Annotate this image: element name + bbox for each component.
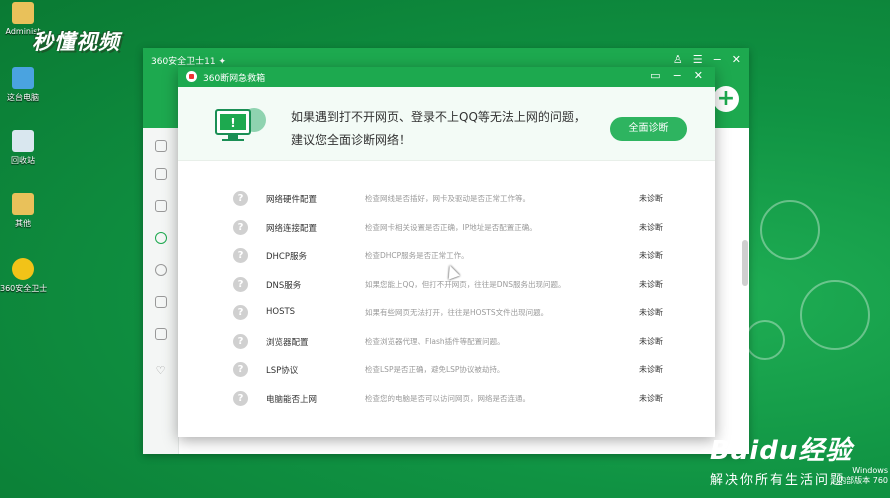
skin-icon[interactable]: ♙ [673,53,683,66]
sidebar-item-shield[interactable] [143,190,178,222]
dialog-close-button[interactable]: ✕ [694,69,703,82]
close-button[interactable]: ✕ [732,53,741,66]
wrench-icon [154,328,167,340]
first-aid-icon [186,71,197,82]
folder-icon [12,2,34,24]
question-icon: ? [233,362,248,377]
status-label: 未诊断 [639,251,663,260]
sidebar-item-network[interactable] [143,222,178,254]
network-rescue-dialog: 360断网急救箱 ▭ − ✕ ! 如果遇到打不开网页、登录不上QQ等无法上网的问… [178,67,715,437]
gear-icon [154,264,167,276]
question-icon: ? [233,219,248,235]
list-item[interactable]: ? 网络连接配置 检查网卡相关设置是否正确，IP地址是否配置正确。 未诊断 [178,216,715,244]
feedback-icon[interactable]: ▭ [650,69,660,82]
list-item[interactable]: ? LSP协议 检查LSP是否正确，避免LSP协议被劫持。 未诊断 [178,358,715,386]
question-icon: ? [233,333,248,349]
desktop-icon-recycle-bin[interactable]: 回收站 [0,130,46,166]
dialog-titlebar: 360断网急救箱 ▭ − ✕ [178,67,715,87]
sidebar-item-list[interactable] [143,158,178,190]
list-item[interactable]: ? DNS服务 如果您能上QQ，但打不开网页，往往是DNS服务出现问题。 未诊断 [178,273,715,301]
menu-icon[interactable]: ☰ [693,53,703,66]
question-icon: ? [233,248,248,263]
status-label: 未诊断 [639,222,663,232]
app-sidebar: ♡ [143,128,179,454]
decorative-graphics [740,170,890,430]
video-watermark: 秒懂视频 [32,30,120,54]
sidebar-item-tools[interactable] [143,318,178,350]
image-icon [154,296,167,308]
360-icon [12,258,34,280]
dialog-title: 360断网急救箱 [203,74,266,84]
desktop-icon-360[interactable]: 360安全卫士 [0,258,47,294]
status-label: 未诊断 [639,279,663,289]
svg-text:!: ! [230,116,235,130]
add-icon[interactable]: + [713,86,739,112]
list-item[interactable]: ? HOSTS 如果有些网页无法打开，往往是HOSTS文件出现问题。 未诊断 [178,301,715,329]
hero-message-line2: 建议您全面诊断网络！ [291,133,412,147]
hero-banner: ! 如果遇到打不开网页、登录不上QQ等无法上网的问题， 建议您全面诊断网络！ 全… [178,87,715,161]
sidebar-item-image[interactable] [143,286,178,318]
full-diagnosis-button[interactable]: 全面诊断 [610,117,687,141]
list-item[interactable]: ? 网络硬件配置 检查网线是否插好，网卡及驱动是否正常工作等。 未诊断 [178,187,715,215]
status-label: 未诊断 [639,365,663,374]
network-monitor-icon: ! [215,108,266,141]
list-item[interactable]: ? 浏览器配置 检查浏览器代理、Flash插件等配置问题。 未诊断 [178,330,715,358]
question-icon: ? [233,276,248,292]
minimize-button[interactable]: − [713,53,722,66]
question-icon: ? [233,305,248,320]
hero-message-line1: 如果遇到打不开网页、登录不上QQ等无法上网的问题， [291,110,586,124]
baidu-jingyan-logo: Baidu经验 解决你所有生活问题 [710,436,853,488]
status-label: 未诊断 [639,336,663,346]
recycle-bin-icon [12,130,34,152]
list-icon [154,168,167,180]
question-icon: ? [233,191,248,206]
heart-icon[interactable]: ♡ [143,350,178,382]
home-icon [154,140,167,152]
folder-icon [12,193,34,215]
shield-icon [154,200,167,212]
status-label: 未诊断 [639,308,663,317]
desktop-icon-this-pc[interactable]: 这台电脑 [0,67,46,103]
globe-icon [154,232,167,244]
status-label: 未诊断 [639,393,663,403]
sidebar-item-home[interactable] [143,128,178,158]
windows-version-badge: Windows 内部版本 760 [838,466,888,485]
dialog-minimize-button[interactable]: − [673,69,682,82]
list-item[interactable]: ? 电脑能否上网 检查您的电脑是否可以访问网页，网络是否连通。 未诊断 [178,387,715,415]
app-title: 360安全卫士11 ✦ [151,57,227,67]
question-icon: ? [233,390,248,406]
sidebar-item-settings[interactable] [143,254,178,286]
scrollbar-thumb[interactable] [742,240,748,286]
app-window-controls: ♙ ☰ − ✕ [673,53,741,66]
desktop-icon-other[interactable]: 其他 [0,193,46,229]
computer-icon [12,67,34,89]
status-label: 未诊断 [639,194,663,203]
